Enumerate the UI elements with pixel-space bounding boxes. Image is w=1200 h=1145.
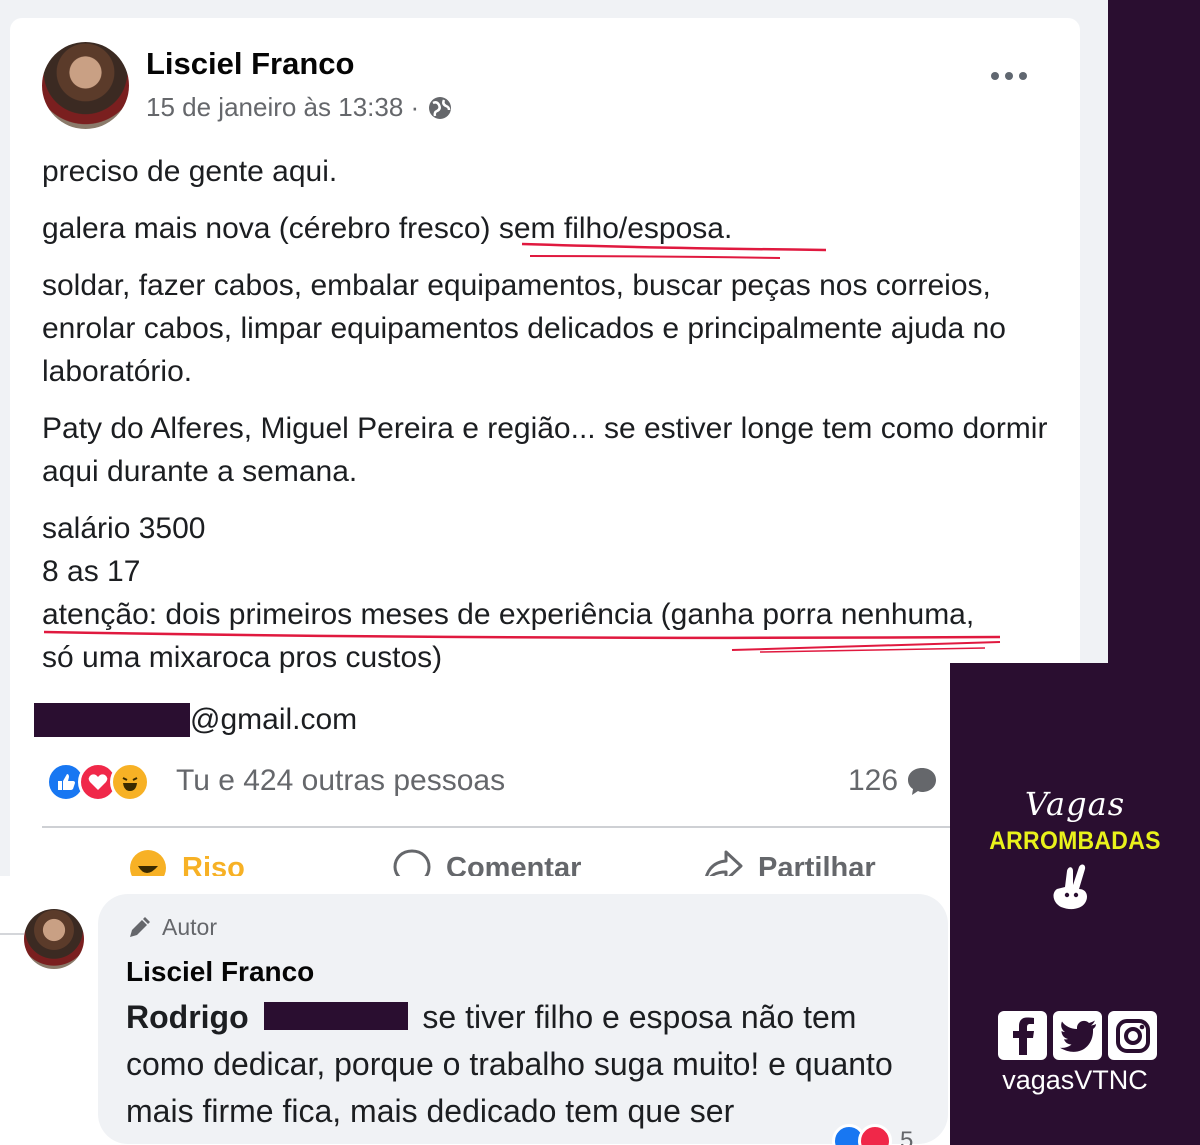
- comment-mention[interactable]: Rodrigo: [126, 999, 249, 1035]
- post-card: Lisciel Franco 15 de janeiro às 13:38 · …: [10, 18, 1080, 918]
- author-badge: Autor: [126, 914, 217, 941]
- highlighted-text: sem filho/esposa.: [498, 212, 733, 245]
- comment-author-name[interactable]: Lisciel Franco: [126, 956, 314, 988]
- love-reaction-icon: [858, 1124, 892, 1145]
- reaction-icons[interactable]: [46, 762, 150, 802]
- comment-text: Rodrigo se tiver filho e esposa não tem …: [126, 994, 926, 1135]
- twitter-icon[interactable]: [1053, 1011, 1102, 1060]
- globe-icon: [429, 96, 452, 119]
- post-meta: 15 de janeiro às 13:38 ·: [146, 92, 453, 123]
- author-avatar[interactable]: [42, 42, 129, 129]
- hours-line: 8 as 17: [42, 555, 141, 588]
- author-badge-label: Autor: [162, 914, 217, 940]
- brand-panel: Vagas ARROMBADAS vagasVTNC: [950, 663, 1200, 1145]
- redaction-bar: [263, 1002, 408, 1030]
- post-divider: [42, 826, 1052, 828]
- post-body: preciso de gente aqui. galera mais nova …: [42, 150, 1052, 679]
- attention-line-2: só uma mixaroca pros custos): [42, 641, 443, 674]
- post-author-name[interactable]: Lisciel Franco: [146, 46, 354, 82]
- comments-count-number: 126: [848, 764, 899, 797]
- attention-line: atenção: dois primeiros meses de experiê…: [42, 598, 975, 631]
- email-line: @gmail.com: [34, 700, 357, 740]
- brand-strip-top: [1108, 0, 1200, 665]
- post-paragraph: Paty do Alferes, Miguel Pereira e região…: [42, 412, 1048, 488]
- post-paragraph: soldar, fazer cabos, embalar equipamento…: [42, 269, 1006, 388]
- brand-script: Vagas: [1024, 785, 1126, 823]
- peace-hand-icon: [1053, 864, 1087, 910]
- facebook-icon[interactable]: [998, 1011, 1047, 1060]
- reactions-count[interactable]: Tu e 424 outras pessoas: [176, 764, 505, 798]
- haha-reaction-icon: [110, 762, 150, 802]
- salary-line: salário 3500: [42, 512, 206, 545]
- brand-title: ARROMBADAS: [989, 827, 1161, 855]
- thread-connector: [0, 933, 24, 935]
- comment-card: Autor Lisciel Franco Rodrigo se tiver fi…: [0, 876, 950, 1145]
- pen-icon: [130, 916, 150, 937]
- comment-bubble-icon: [908, 768, 937, 795]
- post-text-span: galera mais nova (cérebro fresco): [42, 212, 499, 245]
- comment-reaction-count: 5: [900, 1127, 914, 1145]
- post-paragraph: galera mais nova (cérebro fresco) sem fi…: [42, 207, 1052, 250]
- post-timestamp[interactable]: 15 de janeiro às 13:38 ·: [146, 92, 419, 123]
- post-paragraph: preciso de gente aqui.: [42, 155, 338, 188]
- social-icons: [998, 1011, 1157, 1060]
- email-suffix: @gmail.com: [190, 703, 358, 736]
- redaction-bar: [34, 703, 190, 737]
- instagram-icon[interactable]: [1108, 1011, 1157, 1060]
- commenter-avatar[interactable]: [24, 909, 84, 969]
- more-dots-icon[interactable]: [985, 64, 1033, 88]
- comment-reactions[interactable]: 5: [832, 1124, 913, 1145]
- comment-bubble: Autor Lisciel Franco Rodrigo se tiver fi…: [98, 894, 948, 1144]
- brand-handle: vagasVTNC: [1002, 1065, 1148, 1095]
- comments-count[interactable]: 126: [848, 764, 938, 798]
